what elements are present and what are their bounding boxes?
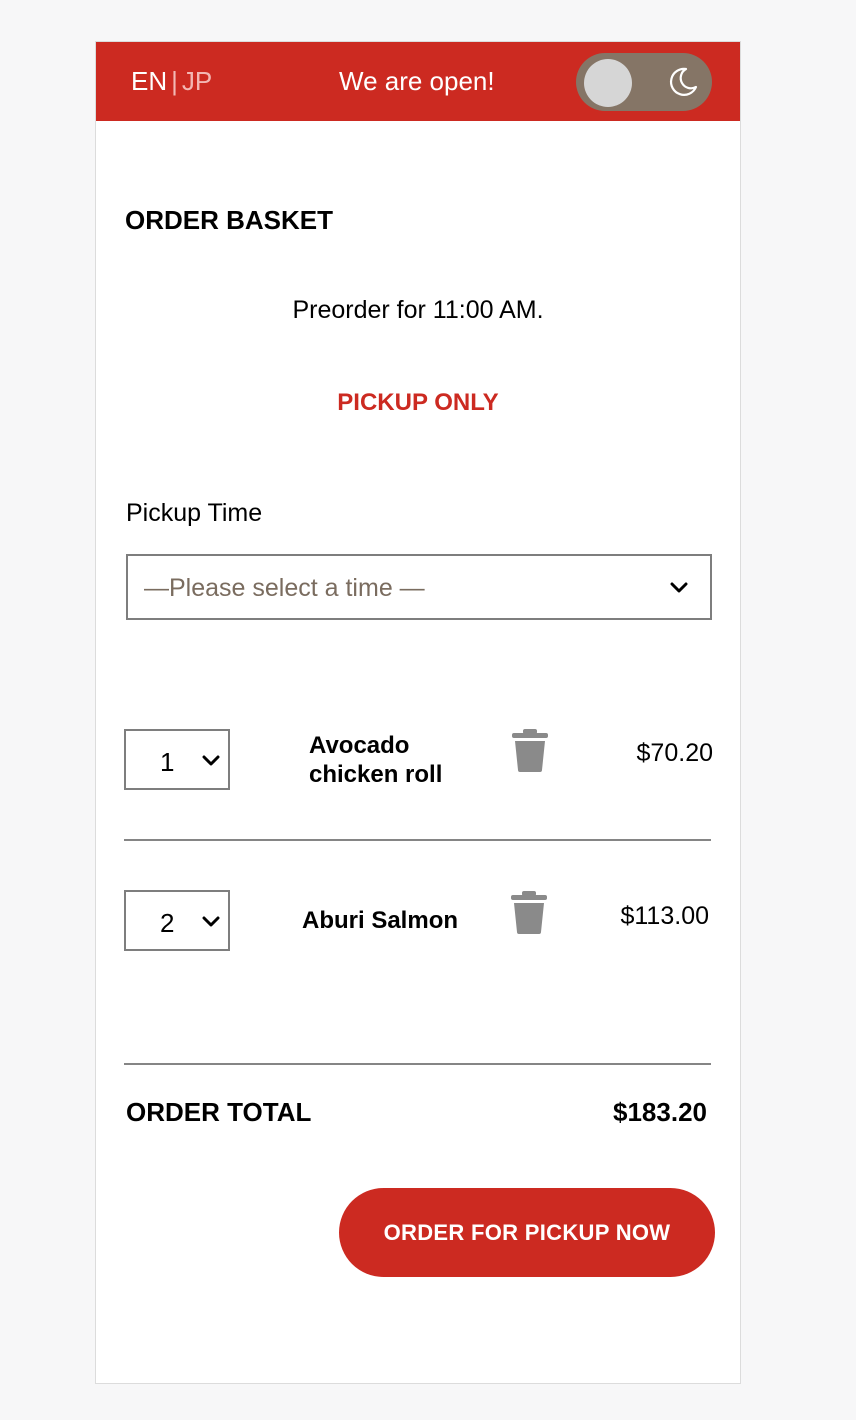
language-switcher: EN | JP [131,66,212,96]
dark-mode-toggle[interactable] [576,53,712,111]
open-status: We are open! [339,66,495,96]
top-bar: EN | JP We are open! [96,42,740,121]
lang-jp-link[interactable]: JP [182,66,212,96]
item-name: Aburi Salmon [302,907,459,934]
item-price: $70.20 [636,739,713,767]
order-total-label: ORDER TOTAL [126,1097,312,1127]
quantity-value: 2 [160,908,175,938]
order-basket-title: ORDER BASKET [125,205,334,235]
divider [124,1063,711,1065]
order-total-value: $183.20 [613,1097,707,1127]
chevron-down-icon [670,582,688,593]
toggle-knob [584,59,632,107]
pickup-time-select[interactable]: —Please select a time — [126,554,712,620]
trash-icon[interactable] [511,728,549,772]
pickup-only-notice: PICKUP ONLY [337,389,499,416]
divider [124,839,711,841]
pickup-time-label: Pickup Time [126,499,263,527]
chevron-down-icon [202,916,220,927]
app-frame: EN | JP We are open! ORDER BASKET Preorder… [95,41,741,1384]
quantity-value: 1 [160,747,175,777]
item-name: Avocado chicken roll [309,732,443,788]
item-price: $113.00 [620,902,709,930]
lang-en-link[interactable]: EN [131,66,167,96]
order-for-pickup-button[interactable]: ORDER FOR PICKUP NOW [339,1188,715,1277]
quantity-select[interactable]: 1 [124,729,230,790]
pickup-time-placeholder: —Please select a time — [144,574,425,602]
lang-separator: | [171,66,178,96]
chevron-down-icon [202,755,220,766]
moon-icon [669,67,698,96]
preorder-notice: Preorder for 11:00 AM. [292,296,544,324]
quantity-select[interactable]: 2 [124,890,230,951]
trash-icon[interactable] [510,890,548,934]
